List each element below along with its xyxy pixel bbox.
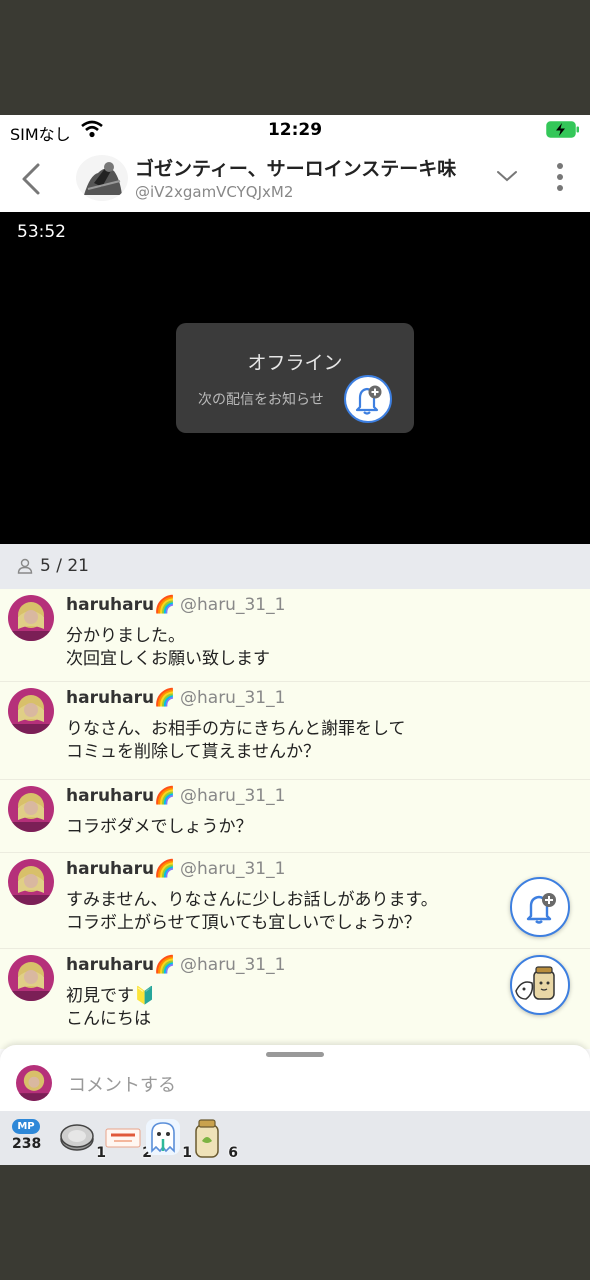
comment-list[interactable]: haruharu🌈 @haru_31_1 分かりました。 次回宜しくお願い致します… bbox=[0, 589, 590, 1049]
more-options-icon[interactable] bbox=[552, 163, 568, 195]
commenter-avatar[interactable] bbox=[8, 595, 54, 641]
notify-bell-button[interactable] bbox=[344, 375, 392, 423]
broadcaster-id: @iV2xgamVCYQJxM2 bbox=[135, 183, 294, 201]
ghost-icon bbox=[146, 1119, 180, 1155]
commenter-handle: @haru_31_1 bbox=[180, 688, 286, 708]
viewer-count-bar: 5 / 21 bbox=[0, 544, 590, 589]
commenter-name: haruharu🌈 bbox=[66, 688, 176, 708]
viewer-count: 5 / 21 bbox=[40, 556, 89, 576]
back-chevron-icon[interactable] bbox=[18, 159, 48, 199]
commenter-name: haruharu🌈 bbox=[66, 786, 176, 806]
commenter-handle: @haru_31_1 bbox=[180, 786, 286, 806]
person-icon bbox=[17, 558, 33, 574]
comment-item: haruharu🌈 @haru_31_1 コラボダメでしょうか？ bbox=[0, 780, 590, 853]
commenter-avatar[interactable] bbox=[8, 955, 54, 1001]
commenter-avatar[interactable] bbox=[8, 786, 54, 832]
comment-item: haruharu🌈 @haru_31_1 分かりました。 次回宜しくお願い致します bbox=[0, 589, 590, 682]
mascot-icon bbox=[515, 966, 555, 1000]
bell-plus-icon bbox=[355, 385, 382, 415]
video-player[interactable]: 53:52 オフライン 次の配信をお知らせ bbox=[0, 212, 590, 544]
gift-count: 6 bbox=[228, 1145, 238, 1161]
offline-panel: オフライン 次の配信をお知らせ bbox=[176, 323, 414, 433]
comment-item: haruharu🌈 @haru_31_1 すみません、りなさんに少しお話しがあり… bbox=[0, 853, 590, 949]
coin-icon bbox=[60, 1124, 94, 1151]
mp-badge: MP bbox=[12, 1119, 40, 1134]
comment-text: 分かりました。 次回宜しくお願い致します bbox=[66, 626, 270, 669]
elapsed-time: 53:52 bbox=[17, 222, 66, 242]
notify-fab-button[interactable] bbox=[510, 877, 570, 937]
notify-next-label: 次の配信をお知らせ bbox=[198, 392, 324, 408]
comment-input-sheet: コメントする bbox=[0, 1045, 590, 1111]
clock: 12:29 bbox=[267, 120, 323, 140]
commenter-name: haruharu🌈 bbox=[66, 955, 176, 975]
sheet-grabber[interactable] bbox=[266, 1052, 324, 1057]
bell-plus-icon bbox=[526, 893, 556, 924]
stream-title: ゴゼンティー、サーロインステーキ味 bbox=[135, 158, 457, 180]
commenter-handle: @haru_31_1 bbox=[180, 859, 286, 879]
gift-fab-button[interactable] bbox=[510, 955, 570, 1015]
commenter-name: haruharu🌈 bbox=[66, 595, 176, 615]
commenter-handle: @haru_31_1 bbox=[180, 955, 286, 975]
gift-bar: MP 238 1 2 1 6 bbox=[0, 1111, 590, 1165]
chevron-down-icon[interactable] bbox=[496, 169, 518, 183]
comment-text: コラボダメでしょうか？ bbox=[66, 817, 253, 837]
offline-title: オフライン bbox=[247, 352, 343, 374]
mp-value: 238 bbox=[12, 1136, 42, 1152]
gift-item-ghost[interactable]: 1 bbox=[144, 1117, 192, 1161]
comment-input[interactable]: コメントする bbox=[68, 1071, 176, 1097]
app-screen: SIMなし 12:29 ゴゼンティー、サーロインステーキ味 @iV2xgamVC… bbox=[0, 115, 590, 1165]
battery-charging-icon bbox=[546, 121, 579, 138]
commenter-name: haruharu🌈 bbox=[66, 859, 176, 879]
tea-icon bbox=[195, 1119, 219, 1158]
commenter-avatar[interactable] bbox=[8, 688, 54, 734]
my-avatar bbox=[16, 1065, 52, 1101]
mp-balance[interactable]: MP 238 bbox=[12, 1119, 44, 1159]
commenter-avatar[interactable] bbox=[8, 859, 54, 905]
broadcaster-avatar[interactable] bbox=[76, 155, 128, 201]
comment-text: 初見です🔰 こんにちは bbox=[66, 986, 156, 1029]
stream-header: ゴゼンティー、サーロインステーキ味 @iV2xgamVCYQJxM2 bbox=[0, 145, 590, 212]
gift-item-coin[interactable]: 1 bbox=[58, 1117, 106, 1161]
comment-item: haruharu🌈 @haru_31_1 りなさん、お相手の方にきちんと謝罪をし… bbox=[0, 682, 590, 780]
comment-item: haruharu🌈 @haru_31_1 初見です🔰 こんにちは bbox=[0, 949, 590, 1049]
ticket-icon bbox=[105, 1128, 141, 1148]
commenter-handle: @haru_31_1 bbox=[180, 595, 286, 615]
gift-item-ticket[interactable]: 2 bbox=[104, 1117, 152, 1161]
comment-text: りなさん、お相手の方にきちんと謝罪をして コミュを削除して貰えませんか？ bbox=[66, 719, 406, 762]
comment-text: すみません、りなさんに少しお話しがあります。 コラボ上がらせて頂いても宜しいでしょ… bbox=[66, 890, 438, 933]
status-bar: SIMなし 12:29 bbox=[0, 115, 590, 145]
gift-item-tea[interactable]: 6 bbox=[190, 1117, 238, 1161]
